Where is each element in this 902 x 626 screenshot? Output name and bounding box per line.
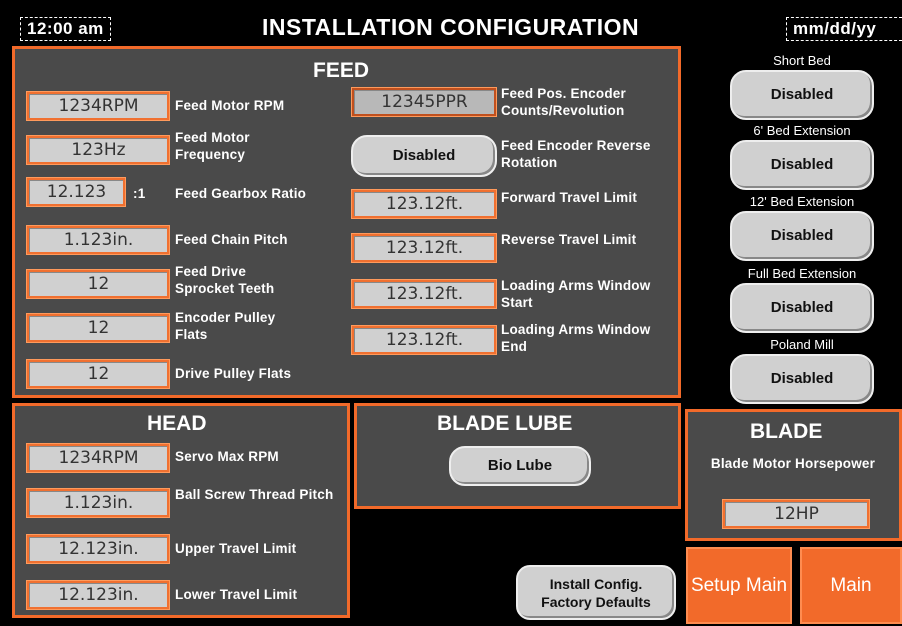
blade-motor-horsepower-label: Blade Motor Horsepower [710, 456, 876, 471]
blade-lube-panel: BLADE LUBE Bio Lube [354, 403, 681, 509]
feed-motor-rpm-field[interactable]: 1234RPM [26, 91, 170, 121]
upper-travel-limit-label: Upper Travel Limit [175, 541, 297, 556]
loading-arms-window-end-field[interactable]: 123.12ft. [351, 325, 497, 355]
blade-title: BLADE [750, 420, 823, 443]
full-bed-extension-toggle[interactable]: Disabled [730, 283, 874, 333]
feed-encoder-reverse-label: Feed Encoder Reverse Rotation [501, 138, 651, 170]
page-title: INSTALLATION CONFIGURATION [262, 14, 640, 40]
blade-motor-horsepower-field[interactable]: 12HP [722, 499, 870, 529]
short-bed-toggle[interactable]: Disabled [730, 70, 874, 120]
gearbox-ratio-suffix: :1 [133, 186, 146, 201]
factory-defaults-button[interactable]: Install Config. Factory Defaults [516, 565, 676, 620]
bed-extension-6-toggle[interactable]: Disabled [730, 140, 874, 190]
poland-mill-toggle[interactable]: Disabled [730, 354, 874, 404]
drive-pulley-flats-label: Drive Pulley Flats [175, 366, 292, 381]
feed-drive-sprocket-teeth-label: Feed Drive Sprocket Teeth [175, 264, 275, 296]
ball-screw-thread-pitch-field[interactable]: 1.123in. [26, 488, 170, 518]
feed-encoder-reverse-toggle[interactable]: Disabled [351, 135, 497, 177]
lower-travel-limit-field[interactable]: 12.123in. [26, 580, 170, 610]
bio-lube-button[interactable]: Bio Lube [449, 446, 591, 486]
feed-pos-encoder-counts-field[interactable]: 12345PPR [351, 87, 497, 117]
feed-drive-sprocket-teeth-field[interactable]: 12 [26, 269, 170, 299]
feed-pos-encoder-counts-label: Feed Pos. Encoder Counts/Revolution [501, 86, 626, 118]
reverse-travel-limit-field[interactable]: 123.12ft. [351, 233, 497, 263]
feed-title: FEED [313, 59, 370, 82]
feed-chain-pitch-field[interactable]: 1.123in. [26, 225, 170, 255]
servo-max-rpm-field[interactable]: 1234RPM [26, 443, 170, 473]
drive-pulley-flats-field[interactable]: 12 [26, 359, 170, 389]
loading-arms-window-start-label: Loading Arms Window Start [501, 278, 651, 310]
feed-chain-pitch-label: Feed Chain Pitch [175, 232, 288, 247]
poland-mill-label: Poland Mill [770, 337, 834, 352]
head-title: HEAD [147, 412, 207, 435]
feed-motor-frequency-label: Feed Motor Frequency [175, 130, 250, 162]
setup-main-button[interactable]: Setup Main [686, 547, 792, 624]
loading-arms-window-end-label: Loading Arms Window End [501, 322, 651, 354]
short-bed-label: Short Bed [773, 53, 831, 68]
main-button[interactable]: Main [800, 547, 902, 624]
full-bed-extension-label: Full Bed Extension [747, 266, 857, 281]
feed-panel: FEED 1234RPM Feed Motor RPM 123Hz Feed M… [12, 46, 681, 398]
blade-panel: BLADE Blade Motor Horsepower 12HP [685, 409, 902, 541]
clock-display: 12:00 am [20, 17, 111, 41]
encoder-pulley-flats-label: Encoder Pulley Flats [175, 310, 276, 342]
feed-gearbox-ratio-field[interactable]: 12.123 [26, 177, 126, 207]
reverse-travel-limit-label: Reverse Travel Limit [501, 232, 637, 247]
encoder-pulley-flats-field[interactable]: 12 [26, 313, 170, 343]
feed-gearbox-ratio-label: Feed Gearbox Ratio [175, 186, 307, 201]
feed-motor-rpm-label: Feed Motor RPM [175, 98, 285, 113]
blade-lube-title: BLADE LUBE [437, 412, 573, 435]
loading-arms-window-start-field[interactable]: 123.12ft. [351, 279, 497, 309]
bed-extension-12-toggle[interactable]: Disabled [730, 211, 874, 261]
bed-extension-12-label: 12' Bed Extension [749, 194, 855, 209]
ball-screw-thread-pitch-label: Ball Screw Thread Pitch [175, 487, 334, 502]
servo-max-rpm-label: Servo Max RPM [175, 449, 279, 464]
head-panel: HEAD 1234RPM Servo Max RPM 1.123in. Ball… [12, 403, 350, 618]
feed-motor-frequency-field[interactable]: 123Hz [26, 135, 170, 165]
bed-extension-6-label: 6' Bed Extension [753, 123, 851, 138]
lower-travel-limit-label: Lower Travel Limit [175, 587, 298, 602]
forward-travel-limit-label: Forward Travel Limit [501, 190, 638, 205]
forward-travel-limit-field[interactable]: 123.12ft. [351, 189, 497, 219]
date-display: mm/dd/yy [786, 17, 902, 41]
upper-travel-limit-field[interactable]: 12.123in. [26, 534, 170, 564]
